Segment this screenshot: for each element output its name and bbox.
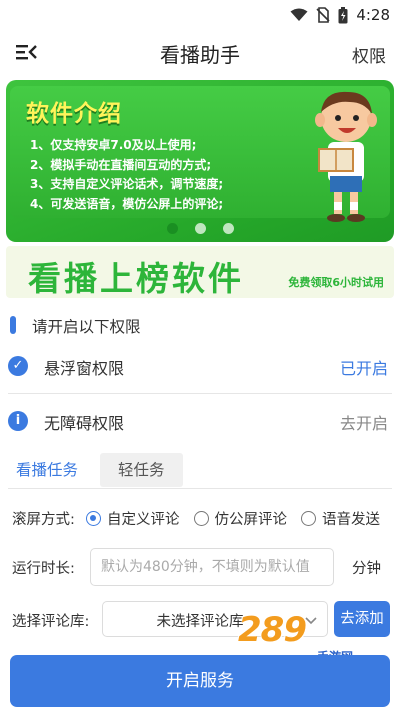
tab-light-task[interactable]: 轻任务	[100, 453, 183, 487]
radio-label: 语音发送	[322, 512, 380, 528]
tab-watch-task[interactable]: 看播任务	[8, 453, 86, 487]
banner-title: 软件介绍	[26, 101, 122, 127]
permission-button[interactable]: 权限	[352, 42, 386, 67]
no-sim-icon	[316, 7, 330, 23]
permission-status[interactable]: 已开启	[340, 355, 388, 379]
carousel-dot[interactable]	[222, 223, 234, 234]
check-circle-icon: ✓	[8, 356, 28, 376]
carousel-dot[interactable]	[194, 223, 206, 234]
run-duration-field-box	[90, 548, 334, 586]
comment-library-select[interactable]: 未选择评论库	[102, 601, 328, 637]
radio-unchecked-icon	[193, 511, 209, 526]
promo-headline: 看播上榜软件	[28, 259, 244, 298]
banner-feature-line: 3、支持自定义评论话术，调节速度;	[30, 177, 224, 191]
banner-feature-line: 4、可发送语音，模仿公屏上的评论;	[30, 196, 224, 211]
promo-banner[interactable]: 看播上榜软件 免费领取6小时试用	[6, 246, 394, 298]
permission-label: 悬浮窗权限	[44, 359, 125, 378]
app-screen: 4:28 看播助手 权限 软件介绍 1、仅支持安卓7.0及以上使用; 2、模拟手…	[0, 0, 400, 711]
status-icons: 4:28	[290, 6, 390, 24]
page-title: 看播助手	[160, 43, 240, 67]
permission-section-title: 请开启以下权限	[32, 318, 141, 336]
info-circle-icon: i	[8, 411, 28, 431]
radio-custom-comment[interactable]: 自定义评论	[86, 508, 180, 529]
app-bar: 看播助手 权限	[0, 30, 400, 74]
divider	[8, 488, 392, 489]
permission-row-overlay[interactable]: ✓ 悬浮窗权限 已开启	[0, 340, 400, 392]
task-tabs: 看播任务 轻任务	[8, 453, 183, 487]
radio-mimic-public-comment[interactable]: 仿公屏评论	[193, 508, 288, 529]
chevron-down-icon	[305, 617, 317, 625]
banner-feature-line: 1、仅支持安卓7.0及以上使用;	[30, 138, 197, 152]
run-duration-label: 运行时长:	[12, 561, 75, 577]
radio-label: 仿公屏评论	[214, 512, 288, 528]
radio-voice-send[interactable]: 语音发送	[301, 508, 380, 529]
permission-section-header: 请开启以下权限	[0, 310, 400, 340]
banner-feature-list: 1、仅支持安卓7.0及以上使用; 2、模拟手动在直播间互动的方式; 3、支持自定…	[30, 136, 330, 214]
banner-feature-line: 2、模拟手动在直播间互动的方式;	[30, 157, 212, 172]
permission-enable-link[interactable]: 去开启	[340, 410, 388, 434]
reading-boy-illustration	[315, 91, 377, 222]
divider	[8, 393, 392, 394]
radio-label: 自定义评论	[107, 512, 180, 528]
battery-icon	[338, 6, 348, 23]
permission-row-accessibility[interactable]: i 无障碍权限 去开启	[0, 395, 400, 447]
start-service-button[interactable]: 开启服务	[10, 655, 390, 707]
run-duration-unit: 分钟	[352, 561, 381, 577]
radio-checked-icon	[86, 511, 101, 526]
wifi-icon	[290, 8, 308, 21]
section-marker	[10, 316, 16, 334]
scroll-mode-radio-group: 自定义评论 仿公屏评论 语音发送	[86, 508, 380, 529]
status-bar: 4:28	[0, 0, 400, 30]
comment-library-selected: 未选择评论库	[156, 614, 244, 630]
permission-label: 无障碍权限	[44, 414, 125, 433]
add-comment-library-button[interactable]: 去添加	[334, 601, 390, 637]
promo-subline: 免费领取6小时试用	[288, 276, 384, 289]
status-time: 4:28	[356, 6, 390, 24]
intro-banner[interactable]: 软件介绍 1、仅支持安卓7.0及以上使用; 2、模拟手动在直播间互动的方式; 3…	[6, 80, 394, 242]
carousel-dot[interactable]	[166, 223, 178, 234]
comment-library-label: 选择评论库:	[12, 614, 90, 630]
run-duration-input[interactable]	[91, 549, 333, 585]
carousel-indicator	[6, 223, 394, 234]
scroll-mode-label: 滚屏方式:	[12, 512, 75, 528]
radio-unchecked-icon	[301, 511, 316, 526]
